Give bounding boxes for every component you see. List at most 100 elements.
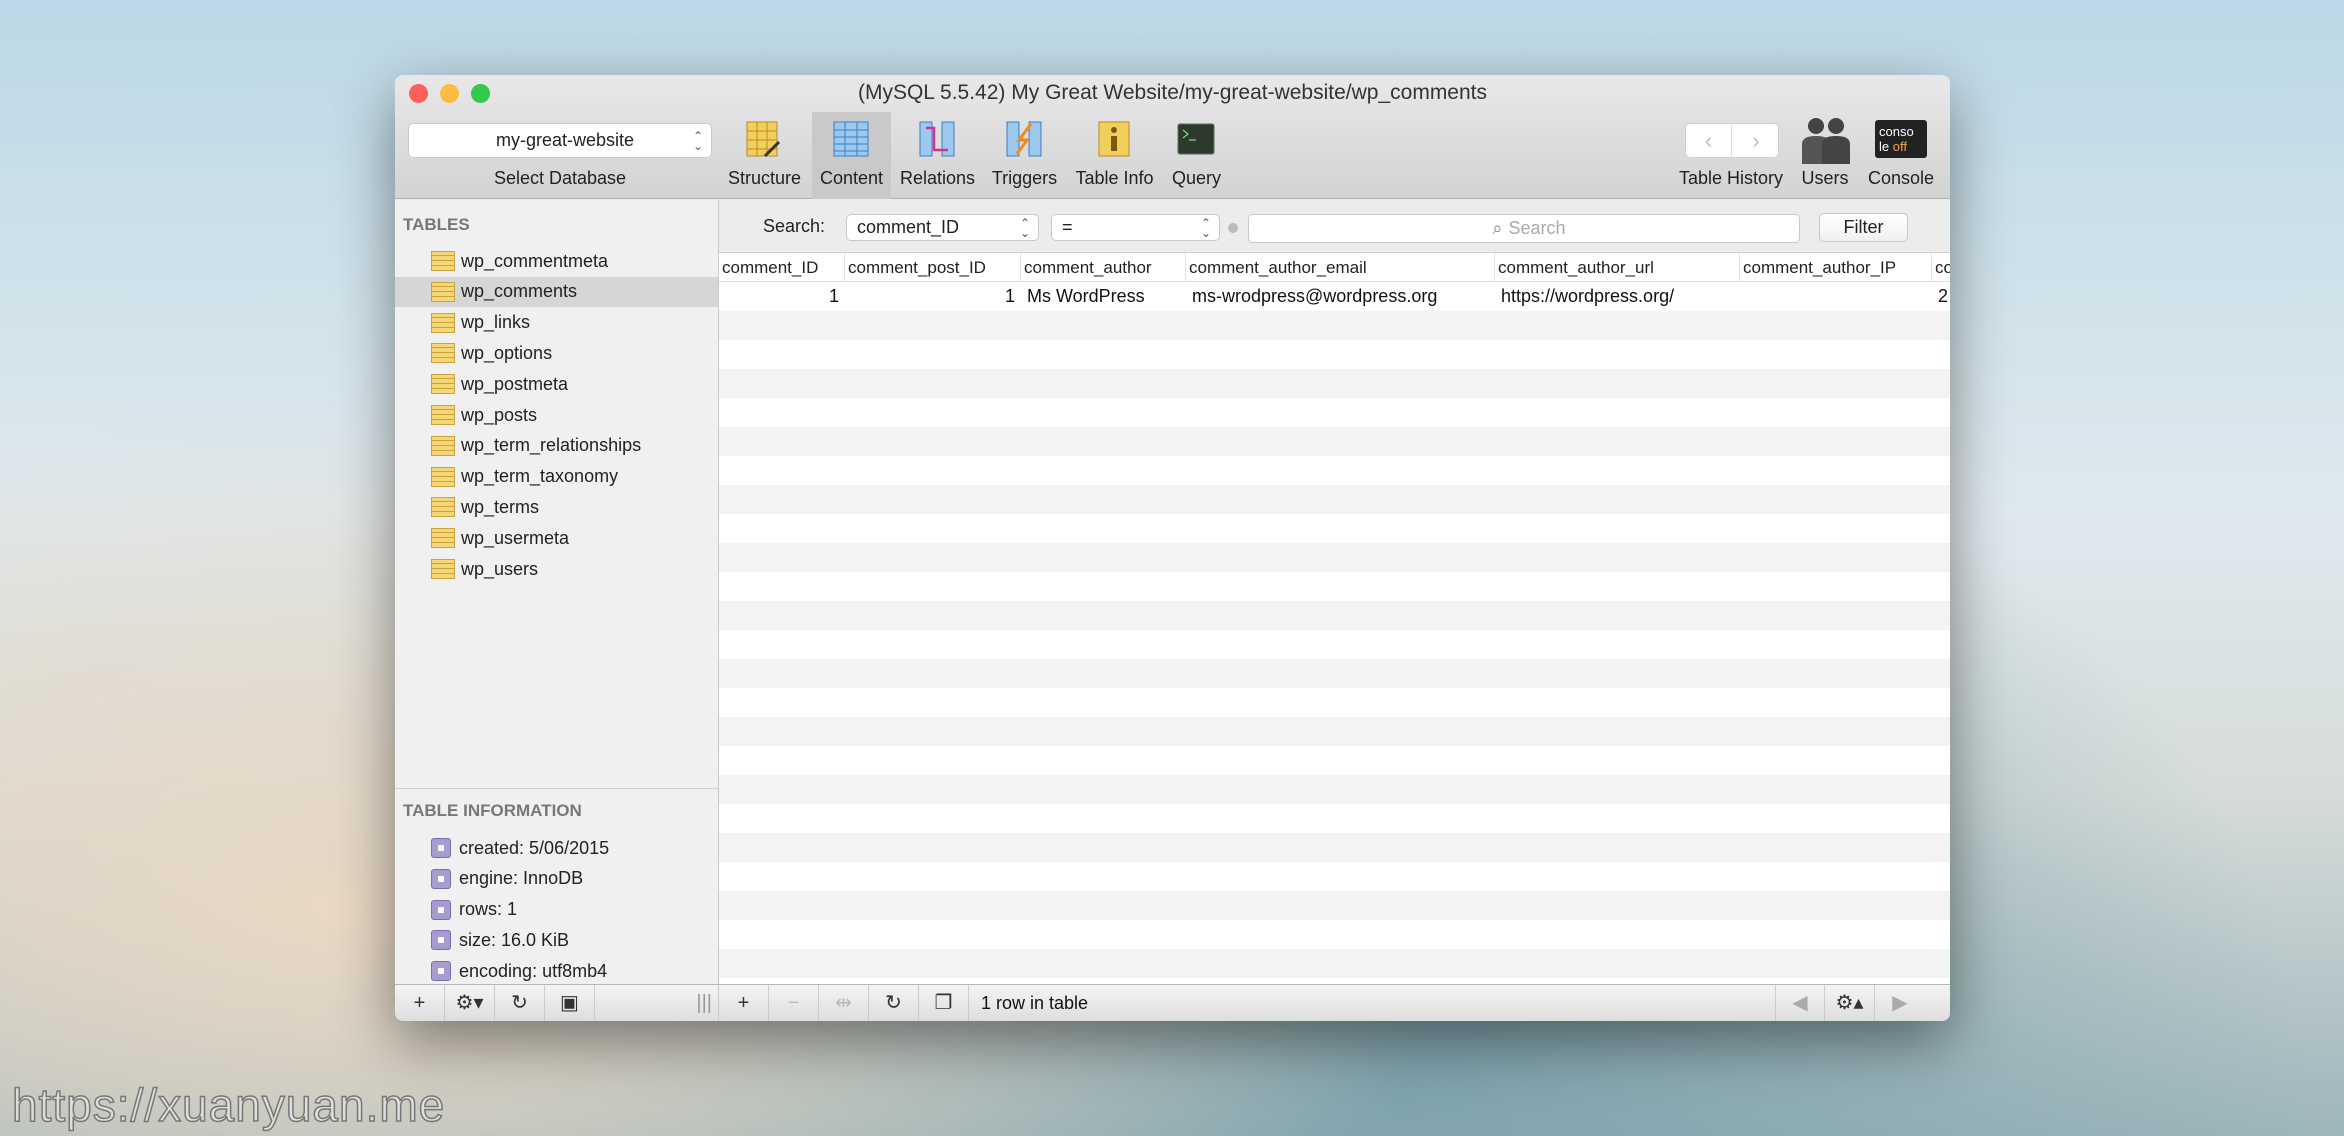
- sidebar-table-item[interactable]: wp_commentmeta: [395, 246, 718, 276]
- table-row-empty: [719, 804, 1950, 833]
- triggers-button[interactable]: Triggers: [985, 112, 1064, 199]
- table-row-empty: [719, 920, 1950, 949]
- column-header[interactable]: comment_author_email: [1186, 253, 1495, 282]
- table-cell[interactable]: 1: [845, 282, 1021, 311]
- structure-icon: [746, 121, 781, 158]
- table-icon: [431, 343, 455, 364]
- info-text: size: 16.0 KiB: [459, 929, 570, 950]
- table-row-empty: [719, 572, 1950, 601]
- forward-button[interactable]: ›: [1733, 124, 1779, 157]
- sidebar-table-item[interactable]: wp_options: [395, 338, 718, 368]
- table-name: wp_options: [461, 342, 553, 363]
- info-bullet-icon: [431, 930, 451, 951]
- table-row-empty: [719, 775, 1950, 804]
- sidebar-table-item[interactable]: wp_term_taxonomy: [395, 462, 718, 492]
- operator-value: =: [1062, 217, 1073, 237]
- table-icon: [431, 251, 455, 271]
- table-row-empty: [719, 746, 1950, 775]
- column-header[interactable]: comment_author_IP: [1740, 253, 1932, 282]
- operator-select[interactable]: = ⌃ ⌄: [1051, 214, 1220, 241]
- toolbar: (MySQL 5.5.42) My Great Website/my-great…: [395, 75, 1950, 199]
- info-bullet-icon: [431, 868, 451, 889]
- table-info-icon: [1098, 121, 1130, 157]
- search-field-select[interactable]: comment_ID ⌃ ⌄: [846, 214, 1039, 241]
- sidebar-table-item[interactable]: wp_links: [395, 308, 718, 338]
- chevron-updown-icon: ⌃ ⌄: [1019, 215, 1030, 240]
- info-bullet-icon: [431, 899, 451, 920]
- table-cell[interactable]: https://wordpress.org/: [1495, 282, 1740, 311]
- table-row-empty: [719, 543, 1950, 572]
- users-button[interactable]: Users: [1795, 112, 1855, 199]
- sidebar-table-item[interactable]: wp_term_relationships: [395, 431, 718, 461]
- copy-rows-icon[interactable]: ❐: [919, 985, 969, 1021]
- sidebar-table-item[interactable]: wp_postmeta: [395, 369, 718, 399]
- table-name: wp_commentmeta: [461, 250, 609, 271]
- sidebar-table-item[interactable]: wp_terms: [395, 492, 718, 522]
- tables-header: TABLES: [403, 215, 470, 234]
- triggers-icon: [1006, 121, 1042, 157]
- table-row-empty: [719, 485, 1950, 514]
- search-label: Search:: [763, 216, 826, 236]
- database-select[interactable]: my-great-website ⌃ ⌄: [408, 123, 712, 158]
- watermark: https://xuanyuan.me: [11, 1078, 446, 1132]
- table-info-header: TABLE INFORMATION: [403, 801, 582, 820]
- table-row-empty: [719, 340, 1950, 369]
- info-bullet-icon: [431, 961, 451, 982]
- previous-page-icon[interactable]: ◀: [1775, 985, 1825, 1021]
- column-header[interactable]: comment_author_url: [1495, 253, 1740, 282]
- splitter-handle[interactable]: |||: [595, 985, 719, 1021]
- back-button[interactable]: ‹: [1686, 124, 1732, 157]
- toggle-info-icon[interactable]: ▣: [545, 985, 595, 1021]
- table-name: wp_term_relationships: [461, 435, 642, 456]
- refresh-tables-icon[interactable]: ↻: [495, 985, 545, 1021]
- table-row-empty: [719, 949, 1950, 978]
- duplicate-row-button[interactable]: ⇹: [819, 985, 869, 1021]
- table-icon: [431, 281, 455, 302]
- query-button[interactable]: Query: [1157, 112, 1236, 199]
- table-row-empty: [719, 688, 1950, 717]
- column-header[interactable]: comment_post_ID: [845, 253, 1021, 282]
- row-count-status: 1 row in table: [981, 993, 1089, 1013]
- add-row-button[interactable]: +: [719, 985, 769, 1021]
- info-text: engine: InnoDB: [459, 868, 584, 889]
- refresh-content-icon[interactable]: ↻: [869, 985, 919, 1021]
- search-input[interactable]: ⌕ Search: [1248, 214, 1800, 243]
- window-title: (MySQL 5.5.42) My Great Website/my-great…: [857, 81, 1488, 104]
- table-row-empty: [719, 456, 1950, 485]
- table-info-item: created: 5/06/2015: [395, 833, 718, 863]
- table-row-empty: [719, 862, 1950, 891]
- add-table-button[interactable]: +: [395, 985, 445, 1021]
- column-header[interactable]: co: [1932, 253, 1950, 282]
- table-cell[interactable]: Ms WordPress: [1021, 282, 1186, 311]
- table-cell[interactable]: ms-wrodpress@wordpress.org: [1186, 282, 1495, 311]
- table-row-empty: [719, 427, 1950, 456]
- column-header[interactable]: comment_ID: [719, 253, 845, 282]
- pagination-gear-icon[interactable]: ⚙▴: [1825, 985, 1875, 1021]
- table-info-item: encoding: utf8mb4: [395, 956, 718, 986]
- table-cell[interactable]: [1740, 282, 1932, 311]
- next-page-icon[interactable]: ▶: [1875, 985, 1925, 1021]
- table-actions-gear-icon[interactable]: ⚙▾: [445, 985, 495, 1021]
- table-cell[interactable]: 2: [1932, 282, 1950, 311]
- search-icon: ⌕: [1492, 218, 1503, 238]
- console-icon: conso le off: [1875, 120, 1927, 158]
- remove-row-button[interactable]: −: [769, 985, 819, 1021]
- content-icon: [833, 121, 869, 157]
- sidebar-table-item[interactable]: wp_posts: [395, 400, 718, 430]
- relations-icon: [919, 121, 955, 157]
- table-info-item: engine: InnoDB: [395, 864, 718, 894]
- terminal-icon: [1177, 123, 1215, 155]
- console-button[interactable]: conso le off Console: [1861, 112, 1941, 199]
- table-row[interactable]: 1 1 Ms WordPress ms-wrodpress@wordpress.org…: [719, 282, 1950, 311]
- table-info-item: size: 16.0 KiB: [395, 925, 718, 955]
- sidebar-table-item[interactable]: wp_comments: [395, 276, 718, 307]
- table-name: wp_posts: [461, 404, 538, 425]
- table-icon: [431, 497, 455, 518]
- column-header[interactable]: comment_author: [1021, 253, 1186, 282]
- sidebar-table-item[interactable]: wp_usermeta: [395, 523, 718, 553]
- users-icon: [1802, 118, 1850, 164]
- table-cell[interactable]: 1: [719, 282, 845, 311]
- filter-button[interactable]: Filter: [1819, 213, 1908, 242]
- sidebar-table-item[interactable]: wp_users: [395, 554, 718, 584]
- table-icon: [431, 312, 455, 333]
